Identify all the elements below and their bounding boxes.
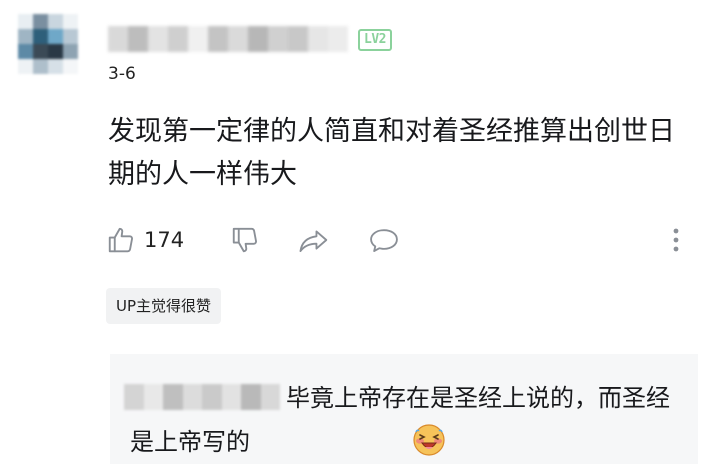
username-blurred[interactable] <box>108 26 348 52</box>
reply-preview[interactable]: 毕竟上帝存在是圣经上说的，而圣经是上帝写的 <box>110 354 698 464</box>
dislike-button[interactable] <box>230 220 260 260</box>
share-button[interactable] <box>298 220 330 260</box>
comment-text: 发现第一定律的人简直和对着圣经推算出创世日期的人一样伟大 <box>108 116 675 190</box>
thumbs-up-icon <box>106 225 136 255</box>
laughing-face-emoji-icon <box>256 423 445 457</box>
avatar[interactable] <box>18 14 78 74</box>
reply-text-container: 毕竟上帝存在是圣经上说的，而圣经是上帝写的 <box>130 376 690 464</box>
comment-item: LV2 3-6 发现第一定律的人简直和对着圣经推算出创世日期的人一样伟大 174 <box>0 0 704 464</box>
comment-icon <box>368 225 400 255</box>
action-bar: 174 <box>106 220 696 260</box>
level-badge: LV2 <box>358 29 392 51</box>
up-liked-badge: UP主觉得很赞 <box>106 288 222 324</box>
comment-date: 3-6 <box>108 64 136 84</box>
share-icon <box>298 225 330 255</box>
more-button[interactable] <box>666 220 686 260</box>
reply-button[interactable] <box>368 220 400 260</box>
like-button[interactable]: 174 <box>106 220 184 260</box>
thumbs-down-icon <box>230 225 260 255</box>
reply-text: 毕竟上帝存在是圣经上说的，而圣经是上帝写的 <box>130 384 670 456</box>
more-vertical-icon <box>666 225 686 255</box>
like-count: 174 <box>144 228 185 252</box>
